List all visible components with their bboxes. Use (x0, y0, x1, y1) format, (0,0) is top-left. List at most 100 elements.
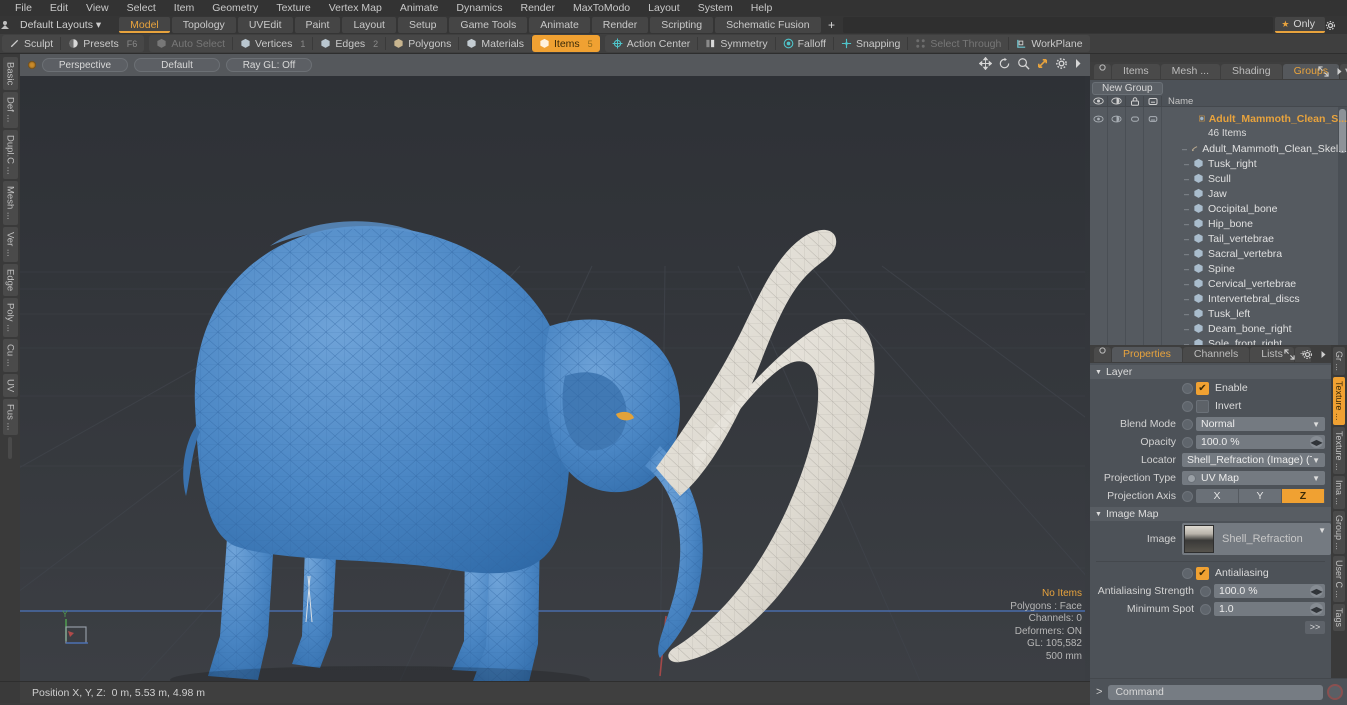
materials-mode-button[interactable]: Materials (459, 35, 531, 52)
left-tool-tab-basic[interactable]: Basic (2, 57, 18, 91)
visibility-eye-icon[interactable] (1090, 96, 1108, 106)
menu-item-vertex-map[interactable]: Vertex Map (320, 0, 391, 16)
record-icon[interactable] (1327, 684, 1343, 700)
list-item[interactable]: – Sacral_vertebra (1090, 246, 1347, 261)
chevron-right-icon[interactable] (1336, 67, 1343, 76)
locator-dropdown[interactable]: Shell_Refraction (Image) (Te ... ▼ (1182, 453, 1325, 467)
list-item-occipital-bone[interactable]: – Occipital_bone (1184, 203, 1277, 215)
sculpt-button[interactable]: Sculpt (2, 35, 60, 52)
auto-select-button[interactable]: Auto Select (149, 35, 232, 52)
list-item[interactable]: – Tusk_right (1090, 156, 1347, 171)
layout-tab-game-tools[interactable]: Game Tools (449, 17, 528, 33)
enable-knob[interactable] (1182, 382, 1193, 394)
layout-tab-setup[interactable]: Setup (397, 17, 448, 33)
image-map-section-header[interactable]: ▼ Image Map (1090, 507, 1331, 521)
list-item[interactable]: – Spine (1090, 261, 1347, 276)
expand-icon[interactable] (1318, 65, 1329, 77)
list-item-skeleton[interactable]: – Adult_Mammoth_Clean_Skel... (1182, 143, 1347, 155)
only-toggle-button[interactable]: ★ Only (1275, 17, 1325, 33)
table-row[interactable]: Adult_Mammoth_Clean_S... (1090, 111, 1347, 126)
layout-tab-layout[interactable]: Layout (342, 17, 396, 33)
workplane-button[interactable]: WorkPlane (1009, 35, 1089, 52)
list-item[interactable]: – Adult_Mammoth_Clean_Skel... (1090, 141, 1347, 156)
enable-checkbox[interactable]: ✔ (1196, 381, 1209, 395)
menu-item-maxtomodo[interactable]: MaxToModo (564, 0, 639, 16)
menu-item-dynamics[interactable]: Dynamics (447, 0, 511, 16)
list-item-deam-bone-right[interactable]: – Deam_bone_right (1184, 323, 1292, 335)
menu-item-system[interactable]: System (689, 0, 742, 16)
right-tool-tab-groups[interactable]: Gr ... (1333, 347, 1345, 375)
antialiasing-strength-knob[interactable] (1200, 585, 1211, 597)
items-mode-button[interactable]: Items 5 (532, 35, 600, 52)
pan-icon[interactable] (979, 57, 992, 70)
left-tool-tab-curve[interactable]: Cu ... (2, 339, 18, 372)
menu-item-select[interactable]: Select (118, 0, 165, 16)
invert-knob[interactable] (1182, 400, 1193, 412)
right-tool-tab-texture-active[interactable]: Texture ... (1333, 377, 1345, 425)
row-visibility-toggle[interactable] (1090, 111, 1108, 126)
blend-mode-dropdown[interactable]: Normal ▼ (1196, 417, 1325, 431)
menu-item-view[interactable]: View (77, 0, 118, 16)
layout-tab-uvedit[interactable]: UVEdit (237, 17, 293, 33)
action-center-button[interactable]: Action Center (605, 35, 698, 52)
properties-tab-channels[interactable]: Channels (1182, 346, 1250, 362)
panel-tab-items[interactable]: Items (1112, 63, 1160, 79)
left-tool-tab-extra[interactable] (8, 437, 12, 460)
opacity-input[interactable]: 100.0 % ◀▶ (1196, 435, 1325, 449)
zoom-icon[interactable] (1017, 57, 1030, 70)
list-item-jaw[interactable]: – Jaw (1184, 188, 1227, 200)
projection-type-radio[interactable] (1187, 473, 1196, 483)
layout-tab-model[interactable]: Model (119, 17, 170, 33)
projection-axis-z[interactable]: Z (1282, 489, 1325, 503)
presets-button[interactable]: Presets F6 (61, 35, 144, 52)
left-tool-tab-uv[interactable]: UV (2, 373, 18, 397)
select-through-button[interactable]: Select Through (908, 35, 1008, 52)
viewport-raygl-button[interactable]: Ray GL: Off (226, 58, 312, 72)
left-tool-tab-edge[interactable]: Edge (2, 263, 18, 296)
list-item[interactable]: – Jaw (1090, 186, 1347, 201)
invert-checkbox[interactable] (1196, 399, 1209, 413)
new-group-button[interactable]: New Group (1092, 81, 1163, 95)
layout-tab-render[interactable]: Render (591, 17, 649, 33)
panel-tab-shading[interactable]: Shading (1221, 63, 1282, 79)
list-item-tail-vertebrae[interactable]: – Tail_vertebrae (1184, 233, 1274, 245)
list-item-spine[interactable]: – Spine (1184, 263, 1235, 275)
list-item-hip-bone[interactable]: – Hip_bone (1184, 218, 1253, 230)
menu-item-edit[interactable]: Edit (41, 0, 77, 16)
render-icon[interactable] (1108, 96, 1126, 106)
properties-tab-properties[interactable]: Properties (1112, 346, 1182, 362)
group-root-row[interactable]: Adult_Mammoth_Clean_S... (1169, 113, 1347, 125)
properties-menu-icon[interactable] (1094, 346, 1111, 362)
minimum-spot-knob[interactable] (1200, 603, 1211, 615)
menu-item-item[interactable]: Item (165, 0, 203, 16)
left-tool-tab-duplicate[interactable]: Dupl.C ... (2, 129, 18, 180)
left-tool-tab-polygon[interactable]: Poly ... (2, 298, 18, 338)
row-render-toggle[interactable] (1108, 111, 1126, 126)
layout-tab-animate[interactable]: Animate (529, 17, 590, 33)
list-item-scull[interactable]: – Scull (1184, 173, 1231, 185)
add-layout-tab-button[interactable]: + (823, 18, 841, 32)
gear-icon[interactable] (1325, 20, 1347, 31)
left-tool-tab-vertex[interactable]: Ver ... (2, 226, 18, 262)
menu-item-help[interactable]: Help (742, 0, 782, 16)
projection-axis-y[interactable]: Y (1239, 489, 1282, 503)
list-item-sacral-vertebra[interactable]: – Sacral_vertebra (1184, 248, 1282, 260)
list-item-cervical-vertebrae[interactable]: – Cervical_vertebrae (1184, 278, 1296, 290)
gear-icon[interactable] (1302, 349, 1313, 360)
command-input[interactable]: Command (1108, 684, 1323, 700)
list-item-tusk-left[interactable]: – Tusk_left (1184, 308, 1250, 320)
layer-section-header[interactable]: ▼ Layer (1090, 365, 1331, 379)
projection-axis-knob[interactable] (1182, 490, 1193, 502)
viewport-menu-dot-icon[interactable] (28, 61, 36, 69)
image-selector[interactable]: Shell_Refraction ▼ (1182, 523, 1331, 555)
row-lock-toggle[interactable] (1126, 111, 1144, 126)
antialiasing-knob[interactable] (1182, 567, 1193, 579)
list-item[interactable]: – Hip_bone (1090, 216, 1347, 231)
falloff-button[interactable]: Falloff (776, 35, 833, 52)
antialiasing-strength-stepper[interactable]: ◀▶ (1310, 585, 1323, 597)
menu-item-texture[interactable]: Texture (267, 0, 319, 16)
antialiasing-strength-input[interactable]: 100.0 % ◀▶ (1214, 584, 1325, 598)
default-layouts-dropdown[interactable]: Default Layouts ▾ (16, 19, 111, 31)
antialiasing-checkbox[interactable]: ✔ (1196, 566, 1209, 580)
menu-item-render[interactable]: Render (512, 0, 564, 16)
